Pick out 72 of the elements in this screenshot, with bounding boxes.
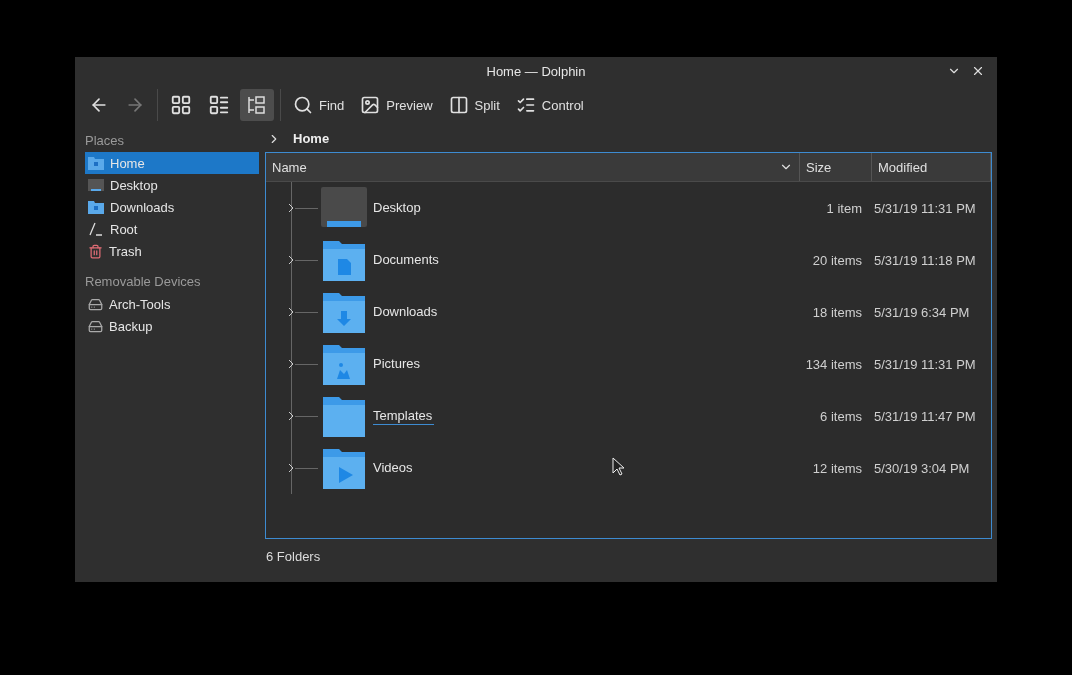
close-icon bbox=[971, 64, 985, 78]
file-name[interactable]: Desktop bbox=[373, 199, 423, 217]
tree-line bbox=[291, 390, 318, 442]
table-cell-text: 5/31/19 11:18 PM bbox=[873, 252, 977, 268]
table-cell-text: 12 items bbox=[811, 460, 863, 476]
columns-icon bbox=[448, 95, 469, 115]
table-cell-text: 134 items bbox=[804, 356, 863, 372]
section-title: Removable Devices bbox=[85, 272, 202, 291]
folder-icon bbox=[321, 239, 367, 281]
folder-icon bbox=[321, 447, 367, 489]
tree-line bbox=[291, 286, 318, 338]
expand-icon[interactable] bbox=[288, 359, 294, 369]
tree-line bbox=[291, 442, 318, 494]
file-name[interactable]: Videos bbox=[373, 459, 415, 477]
sidebar-item[interactable]: Downloads bbox=[85, 196, 259, 218]
sidebar-item[interactable]: Backup bbox=[85, 315, 259, 337]
drive-icon bbox=[88, 318, 103, 334]
tree-line bbox=[291, 182, 318, 234]
sidebar-item[interactable]: Trash bbox=[85, 240, 259, 262]
control-button[interactable]: Control bbox=[509, 89, 590, 121]
breadcrumb-item[interactable]: Home bbox=[293, 131, 330, 146]
file-name[interactable]: Documents bbox=[373, 251, 441, 269]
grid-icon bbox=[170, 94, 192, 116]
table-cell-text: 1 item bbox=[825, 200, 863, 216]
expand-icon[interactable] bbox=[288, 411, 294, 421]
table-cell-text: 18 items bbox=[811, 304, 863, 320]
search-icon bbox=[293, 95, 313, 115]
tree-view-icon bbox=[246, 94, 268, 116]
split-button[interactable]: Split bbox=[442, 89, 506, 121]
preview-button[interactable]: Preview bbox=[354, 89, 439, 121]
image-icon bbox=[360, 95, 381, 115]
table-cell-text: 5/31/19 6:34 PM bbox=[873, 304, 971, 320]
folder-icon bbox=[321, 395, 367, 437]
file-name[interactable]: Pictures bbox=[373, 355, 422, 373]
expand-icon[interactable] bbox=[288, 255, 294, 265]
sidebar-item[interactable]: Root bbox=[85, 218, 259, 240]
slash-icon bbox=[88, 222, 104, 236]
checklist-icon bbox=[515, 95, 536, 115]
table-cell-text: 5/30/19 3:04 PM bbox=[873, 460, 971, 476]
cursor-icon bbox=[612, 457, 625, 477]
details-view-button[interactable] bbox=[240, 89, 274, 121]
file-name[interactable]: Downloads bbox=[373, 303, 440, 321]
table-cell-text: 6 items bbox=[819, 408, 863, 424]
list-icon bbox=[208, 94, 230, 116]
table-cell-text: 5/31/19 11:31 PM bbox=[873, 200, 977, 216]
sidebar-item[interactable]: Desktop bbox=[85, 174, 259, 196]
column-header[interactable]: Size bbox=[800, 153, 872, 181]
sidebar-item[interactable]: Home bbox=[85, 152, 259, 174]
find-button[interactable]: Find bbox=[287, 89, 351, 121]
expand-icon[interactable] bbox=[288, 203, 294, 213]
table-cell-text: 20 items bbox=[811, 252, 863, 268]
expand-icon[interactable] bbox=[288, 463, 294, 473]
sidebar-item[interactable]: Arch-Tools bbox=[85, 293, 259, 315]
tree-line bbox=[291, 234, 318, 286]
monitor-icon bbox=[88, 178, 104, 192]
column-header[interactable]: Modified bbox=[872, 153, 991, 181]
table-cell-text: 5/31/19 11:47 PM bbox=[873, 408, 977, 424]
home-folder-icon bbox=[88, 156, 104, 170]
section-title: Places bbox=[85, 131, 126, 150]
window-title: Home — Dolphin bbox=[486, 63, 586, 79]
trash-icon bbox=[88, 243, 103, 259]
table-cell-text: 5/31/19 11:31 PM bbox=[873, 356, 977, 372]
tree-line bbox=[291, 338, 318, 390]
folder-icon bbox=[321, 291, 367, 333]
download-folder-icon bbox=[88, 200, 104, 214]
expand-icon[interactable] bbox=[288, 307, 294, 317]
monitor-icon bbox=[321, 187, 367, 229]
drive-icon bbox=[88, 296, 103, 312]
column-header[interactable]: Name bbox=[266, 153, 800, 181]
folder-icon bbox=[321, 343, 367, 385]
file-name[interactable]: Templates bbox=[373, 407, 435, 425]
status-text: 6 Folders bbox=[265, 547, 322, 566]
